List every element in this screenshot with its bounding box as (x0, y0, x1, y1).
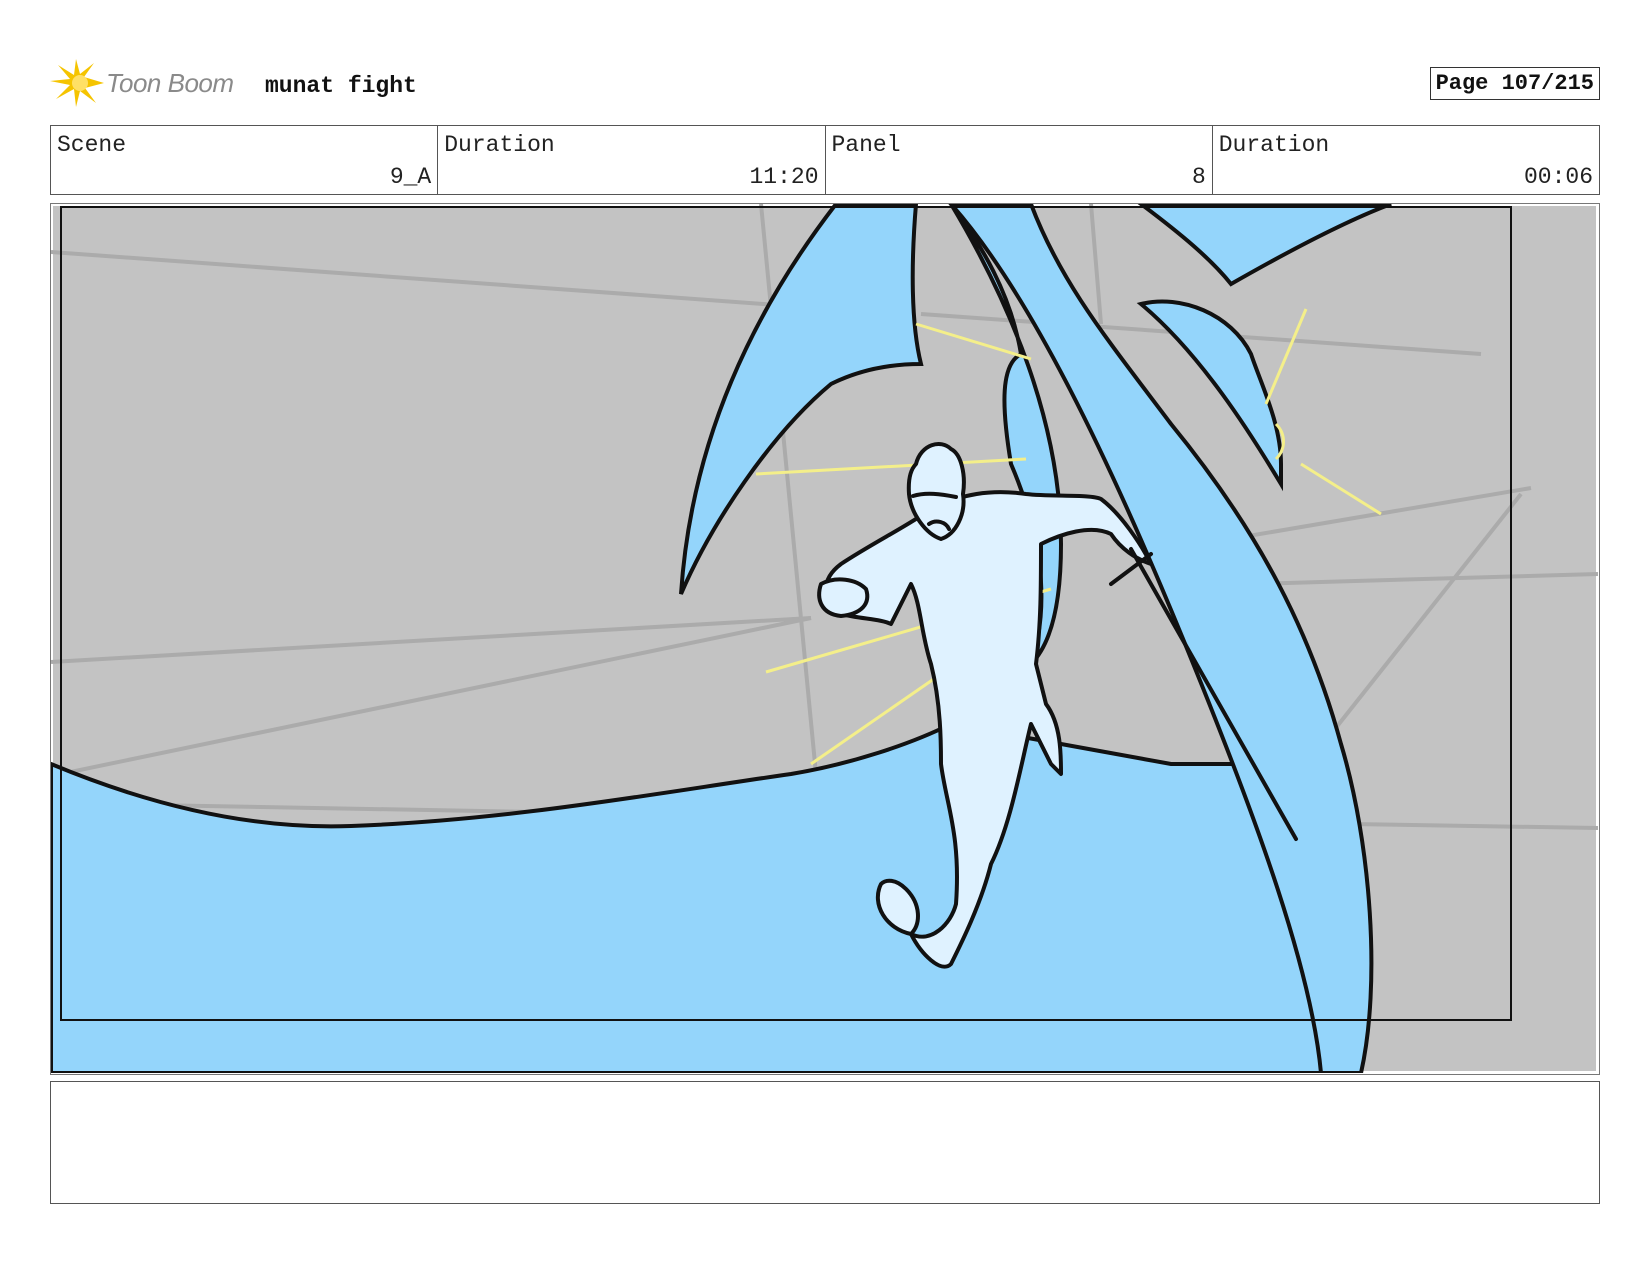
scene-duration-cell: Duration 11:20 (438, 126, 826, 194)
panel-cell: Panel 8 (826, 126, 1213, 194)
scene-cell: Scene 9_A (51, 126, 439, 194)
scene-value: 9_A (389, 164, 432, 190)
scene-info-row: Scene 9_A Duration 11:20 Panel 8 Duratio… (50, 125, 1600, 195)
page-indicator: Page 107/215 (1429, 67, 1600, 100)
project-title: munat fight (265, 73, 417, 99)
scene-duration-label: Duration (444, 132, 555, 158)
figure-fist (817, 577, 870, 618)
header: Toon Boom munat fight Page 107/215 (50, 55, 1600, 111)
logo-text: Toon Boom (106, 68, 234, 98)
panel-value: 8 (1191, 164, 1206, 190)
toon-boom-logo: Toon Boom (50, 59, 250, 107)
panel-duration-cell: Duration 00:06 (1213, 126, 1599, 194)
panel-notes (50, 1081, 1600, 1204)
scene-label: Scene (57, 132, 127, 158)
scene-duration-value: 11:20 (749, 164, 819, 190)
panel-drawing (51, 204, 1598, 1073)
panel-duration-value: 00:06 (1523, 164, 1593, 190)
panel-label: Panel (831, 132, 901, 158)
panel-duration-label: Duration (1218, 132, 1330, 158)
storyboard-panel (50, 203, 1600, 1075)
toon-boom-starburst-icon (50, 59, 104, 107)
